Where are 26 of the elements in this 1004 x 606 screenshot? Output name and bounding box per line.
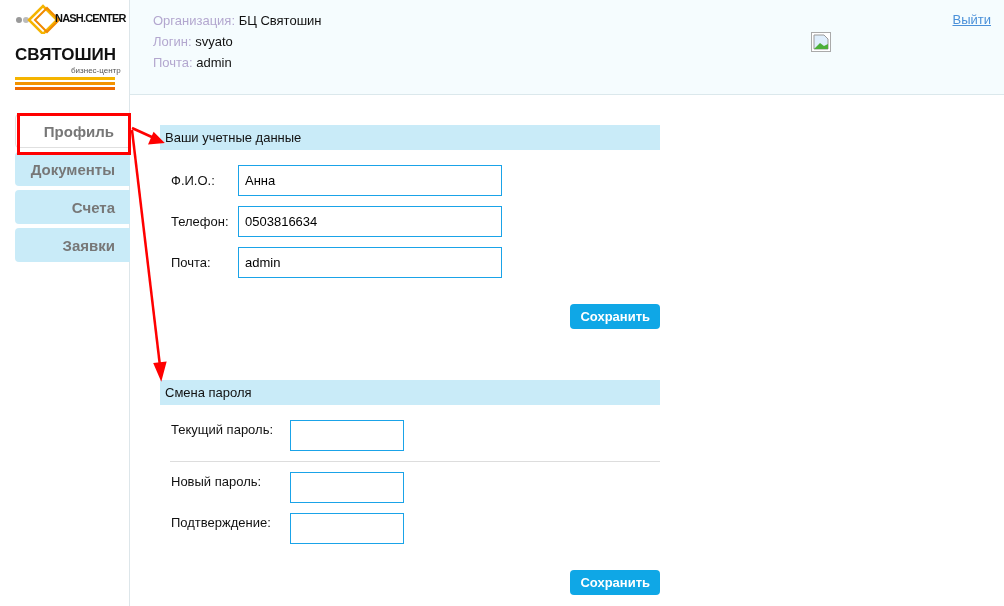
- logo-stripes-icon: [15, 77, 115, 91]
- field-label: Новый пароль:: [171, 473, 263, 489]
- field-label: Ф.И.О.:: [171, 173, 216, 188]
- password-field[interactable]: [290, 513, 404, 544]
- section-header: Смена пароля: [160, 380, 660, 405]
- section-header: Ваши учетные данные: [160, 125, 660, 150]
- logout-link[interactable]: Выйти: [952, 12, 991, 27]
- broken-image-icon: [810, 32, 831, 52]
- logo-tagline: бизнес-центр: [71, 66, 121, 75]
- save-button[interactable]: Сохранить: [570, 304, 660, 329]
- password-field[interactable]: [290, 420, 404, 451]
- field-label: Почта:: [171, 255, 212, 270]
- field-label: Текущий пароль:: [171, 421, 275, 437]
- info-line: Почта: admin: [153, 54, 233, 71]
- input-field[interactable]: 0503816634: [238, 206, 502, 237]
- save-button[interactable]: Сохранить: [570, 570, 660, 595]
- input-field[interactable]: admin: [238, 247, 502, 278]
- field-label: Подтверждение:: [171, 514, 272, 530]
- input-field[interactable]: Анна: [238, 165, 502, 196]
- info-line: Логин: svyato: [153, 33, 234, 50]
- field-label: Телефон:: [171, 214, 230, 229]
- logo-name: СВЯТОШИН: [15, 44, 117, 66]
- nav-tab[interactable]: Счета: [15, 190, 130, 224]
- info-line: Организация: БЦ Святошин: [153, 12, 323, 29]
- password-field[interactable]: [290, 472, 404, 503]
- nav-tab[interactable]: Заявки: [15, 228, 130, 262]
